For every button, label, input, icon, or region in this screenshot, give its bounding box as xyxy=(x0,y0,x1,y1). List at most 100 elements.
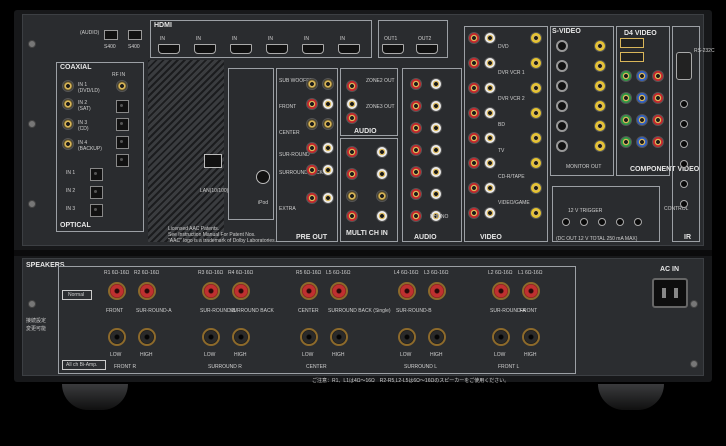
trigger-jack[interactable] xyxy=(634,218,642,226)
speaker-terminal-positive[interactable] xyxy=(300,282,318,300)
hdmi-out-port-2[interactable] xyxy=(416,44,438,54)
component-pr-jack[interactable] xyxy=(652,92,664,104)
ir-control-jack[interactable] xyxy=(680,100,688,108)
lan-port[interactable] xyxy=(204,154,222,168)
video-in-audio-r-jack[interactable] xyxy=(468,107,480,119)
speaker-terminal-negative[interactable] xyxy=(330,328,348,346)
ilink-port-1[interactable] xyxy=(104,30,118,40)
coax-in-3-jack[interactable] xyxy=(62,118,74,130)
preout-jack-6[interactable] xyxy=(322,118,334,130)
hdmi-port-1[interactable] xyxy=(158,44,180,54)
video-in-audio-l-jack[interactable] xyxy=(484,157,496,169)
trigger-jack[interactable] xyxy=(562,218,570,226)
hdmi-port-5[interactable] xyxy=(302,44,324,54)
video-in-composite-jack[interactable] xyxy=(530,32,542,44)
preout-jack-5[interactable] xyxy=(306,118,318,130)
multich-jack-1[interactable] xyxy=(346,146,358,158)
component-pr-jack[interactable] xyxy=(652,136,664,148)
component-pb-jack[interactable] xyxy=(636,114,648,126)
speaker-terminal-negative[interactable] xyxy=(492,328,510,346)
component-pb-jack[interactable] xyxy=(636,92,648,104)
video-monitor-jack[interactable] xyxy=(594,140,606,152)
preout-jack-11[interactable] xyxy=(306,192,318,204)
speaker-terminal-positive[interactable] xyxy=(398,282,416,300)
component-y-jack[interactable] xyxy=(620,70,632,82)
video-in-audio-l-jack[interactable] xyxy=(484,132,496,144)
audio-in-r-jack[interactable] xyxy=(410,78,422,90)
preout-jack-2[interactable] xyxy=(322,78,334,90)
video-in-composite-jack[interactable] xyxy=(530,132,542,144)
video-in-composite-jack[interactable] xyxy=(530,82,542,94)
svideo-port[interactable] xyxy=(556,140,568,152)
speaker-terminal-positive[interactable] xyxy=(138,282,156,300)
svideo-port[interactable] xyxy=(556,60,568,72)
video-in-audio-r-jack[interactable] xyxy=(468,57,480,69)
speaker-terminal-negative[interactable] xyxy=(138,328,156,346)
ir-control-jack[interactable] xyxy=(680,160,688,168)
optical-port-a[interactable] xyxy=(116,100,129,113)
speaker-terminal-negative[interactable] xyxy=(202,328,220,346)
video-in-composite-jack[interactable] xyxy=(530,157,542,169)
zone2-jack-r[interactable] xyxy=(346,80,358,92)
video-in-audio-r-jack[interactable] xyxy=(468,82,480,94)
audio-in-l-jack[interactable] xyxy=(430,144,442,156)
multich-jack-5[interactable] xyxy=(346,190,358,202)
speaker-terminal-negative[interactable] xyxy=(300,328,318,346)
audio-in-r-jack[interactable] xyxy=(410,122,422,134)
preout-jack-3[interactable] xyxy=(306,98,318,110)
preout-jack-9[interactable] xyxy=(306,164,318,176)
video-monitor-jack[interactable] xyxy=(594,40,606,52)
zone3-jack-r[interactable] xyxy=(346,112,358,124)
video-in-composite-jack[interactable] xyxy=(530,107,542,119)
audio-in-l-jack[interactable] xyxy=(430,166,442,178)
speaker-terminal-positive[interactable] xyxy=(202,282,220,300)
coax-in-2-jack[interactable] xyxy=(62,98,74,110)
preout-jack-1[interactable] xyxy=(306,78,318,90)
audio-in-l-jack[interactable] xyxy=(430,100,442,112)
svideo-port[interactable] xyxy=(556,120,568,132)
video-monitor-jack[interactable] xyxy=(594,100,606,112)
multich-jack-6[interactable] xyxy=(376,190,388,202)
audio-in-r-jack[interactable] xyxy=(410,144,422,156)
optical-in-3-port[interactable] xyxy=(90,204,103,217)
speaker-terminal-positive[interactable] xyxy=(232,282,250,300)
audio-in-l-jack[interactable] xyxy=(430,122,442,134)
speaker-terminal-negative[interactable] xyxy=(398,328,416,346)
speaker-terminal-negative[interactable] xyxy=(428,328,446,346)
component-pb-jack[interactable] xyxy=(636,70,648,82)
optical-in-2-port[interactable] xyxy=(90,186,103,199)
coax-in-4-jack[interactable] xyxy=(62,138,74,150)
video-in-audio-r-jack[interactable] xyxy=(468,157,480,169)
speaker-terminal-positive[interactable] xyxy=(428,282,446,300)
multich-jack-4[interactable] xyxy=(376,168,388,180)
speaker-terminal-negative[interactable] xyxy=(522,328,540,346)
preout-jack-10[interactable] xyxy=(322,164,334,176)
trigger-jack[interactable] xyxy=(598,218,606,226)
video-monitor-jack[interactable] xyxy=(594,120,606,132)
video-monitor-jack[interactable] xyxy=(594,60,606,72)
video-in-audio-l-jack[interactable] xyxy=(484,32,496,44)
multich-jack-3[interactable] xyxy=(346,168,358,180)
ac-inlet[interactable] xyxy=(652,278,688,308)
hdmi-out-port-1[interactable] xyxy=(382,44,404,54)
hdmi-port-6[interactable] xyxy=(338,44,360,54)
video-in-audio-l-jack[interactable] xyxy=(484,57,496,69)
trigger-jack[interactable] xyxy=(580,218,588,226)
speaker-terminal-positive[interactable] xyxy=(330,282,348,300)
video-in-composite-jack[interactable] xyxy=(530,57,542,69)
ir-control-jack[interactable] xyxy=(680,140,688,148)
video-in-audio-r-jack[interactable] xyxy=(468,182,480,194)
video-in-audio-l-jack[interactable] xyxy=(484,182,496,194)
optical-port-b[interactable] xyxy=(116,118,129,131)
hdmi-port-3[interactable] xyxy=(230,44,252,54)
hdmi-port-2[interactable] xyxy=(194,44,216,54)
ir-control-jack[interactable] xyxy=(680,180,688,188)
optical-in-1-port[interactable] xyxy=(90,168,103,181)
hdmi-port-4[interactable] xyxy=(266,44,288,54)
optical-port-d[interactable] xyxy=(116,154,129,167)
speaker-terminal-positive[interactable] xyxy=(522,282,540,300)
speaker-terminal-positive[interactable] xyxy=(492,282,510,300)
preout-jack-8[interactable] xyxy=(322,142,334,154)
video-in-audio-l-jack[interactable] xyxy=(484,107,496,119)
rs232-port[interactable] xyxy=(676,52,692,80)
